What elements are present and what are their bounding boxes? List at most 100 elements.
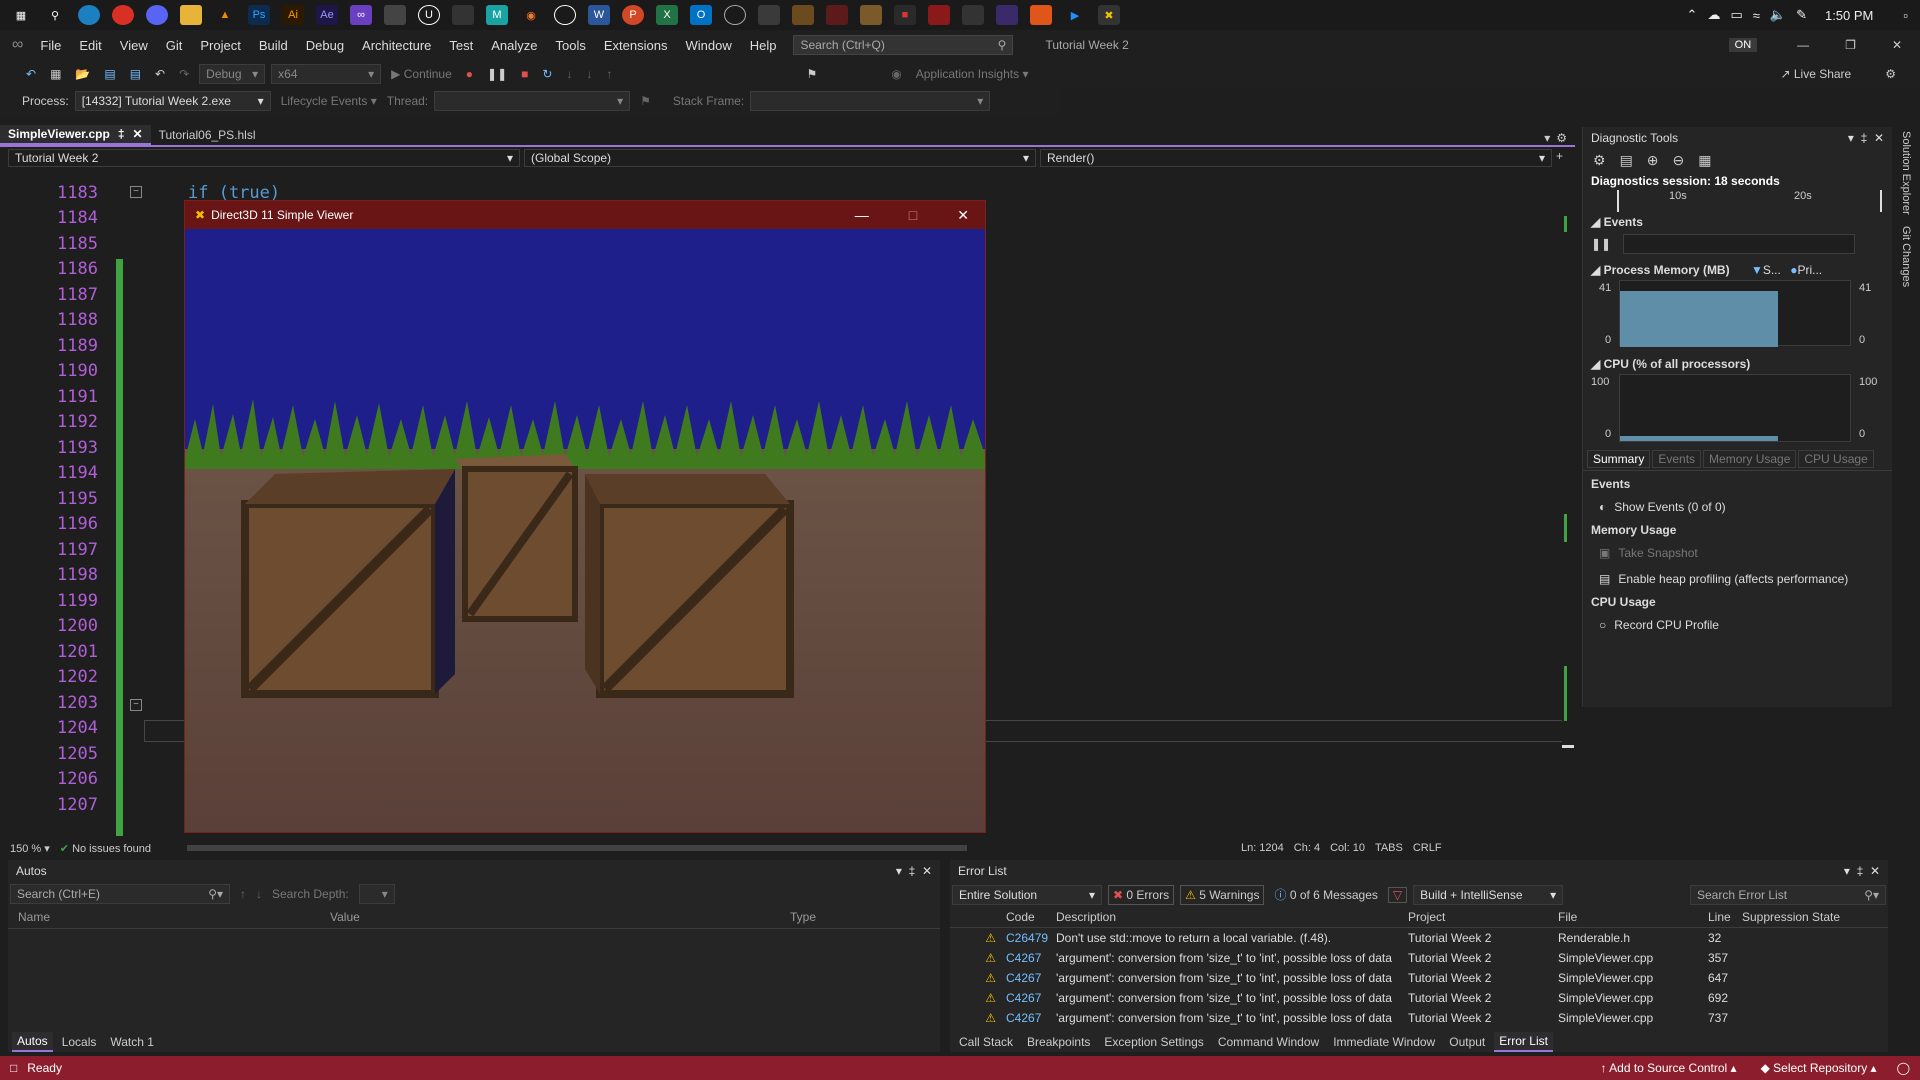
game-icon[interactable]	[860, 5, 882, 25]
back-icon[interactable]: ↶	[22, 64, 40, 84]
memory-section-header[interactable]: ◢ Process Memory (MB) ▼S... ●Pri...	[1583, 260, 1892, 280]
col-indicator[interactable]: Col: 10	[1330, 842, 1365, 854]
column-header-description[interactable]: Description	[1056, 910, 1408, 924]
3d-scene-viewport[interactable]	[185, 229, 985, 832]
outlook-icon[interactable]: O	[690, 5, 712, 25]
zoom-in-icon[interactable]: ⊕	[1647, 152, 1659, 169]
open-icon[interactable]: 📂	[71, 64, 94, 84]
game-icon[interactable]: ■	[894, 5, 916, 25]
pause-events-icon[interactable]: ❚❚	[1591, 237, 1611, 251]
cpu-section-header[interactable]: ◢ CPU (% of all processors)	[1583, 354, 1892, 374]
hot-reload-icon[interactable]: ●	[462, 64, 477, 84]
menu-help[interactable]: Help	[741, 38, 786, 53]
scroll-thumb[interactable]	[1562, 745, 1574, 748]
add-source-control-button[interactable]: ↑ Add to Source Control ▴	[1600, 1061, 1736, 1075]
tab-memory-usage[interactable]: Memory Usage	[1703, 450, 1797, 468]
zoom-out-icon[interactable]: ⊖	[1673, 152, 1685, 169]
game-icon[interactable]	[1030, 5, 1052, 25]
cloud-icon[interactable]: ☁	[1707, 7, 1720, 23]
pen-icon[interactable]: ✎	[1796, 7, 1807, 23]
illustrator-icon[interactable]: Ai	[282, 5, 304, 25]
tab-output[interactable]: Output	[1444, 1033, 1490, 1051]
minimize-icon[interactable]: —	[1797, 38, 1809, 52]
menu-edit[interactable]: Edit	[70, 38, 110, 53]
error-row[interactable]: ⚠ C4267 'argument': conversion from 'siz…	[950, 1008, 1888, 1028]
pin-icon[interactable]: ‡	[1861, 131, 1868, 145]
tab-tutorial06-ps-hlsl[interactable]: Tutorial06_PS.hlsl	[151, 125, 264, 145]
save-all-icon[interactable]: ▤	[126, 64, 145, 84]
tab-immediate-window[interactable]: Immediate Window	[1328, 1033, 1440, 1051]
thread-dropdown[interactable]: ▾	[434, 91, 631, 111]
close-icon[interactable]: ✕	[1870, 864, 1880, 878]
pin-icon[interactable]: ‡	[118, 127, 125, 141]
search-input[interactable]: Search (Ctrl+Q) ⚲	[793, 35, 1014, 55]
error-row[interactable]: ⚠ C4267 'argument': conversion from 'siz…	[950, 988, 1888, 1008]
dropdown-icon[interactable]: ▾	[1848, 131, 1854, 145]
tab-events[interactable]: Events	[1652, 450, 1702, 468]
insights-icon[interactable]: ◉	[887, 64, 905, 84]
collapse-icon[interactable]: −	[130, 186, 142, 198]
steam-icon[interactable]	[724, 5, 746, 25]
photoshop-icon[interactable]: Ps	[248, 5, 270, 25]
tab-autos[interactable]: Autos	[12, 1032, 53, 1052]
memory-graph[interactable]	[1619, 280, 1851, 347]
timeline-ruler[interactable]: 10s 20s	[1617, 190, 1882, 212]
chevron-up-icon[interactable]: ⌃	[1687, 7, 1698, 23]
search-down-icon[interactable]: ↓	[256, 887, 262, 901]
build-filter-dropdown[interactable]: Build + IntelliSense ▾	[1413, 884, 1564, 905]
editor-vertical-scrollbar[interactable]	[1562, 171, 1574, 836]
game-icon[interactable]	[962, 5, 984, 25]
save-icon[interactable]: ▤	[100, 64, 119, 84]
char-indicator[interactable]: Ch: 4	[1294, 842, 1320, 854]
tab-breakpoints[interactable]: Breakpoints	[1022, 1033, 1095, 1051]
menu-extensions[interactable]: Extensions	[595, 38, 677, 53]
messages-filter-button[interactable]: ⓘ 0 of 6 Messages	[1270, 884, 1381, 905]
new-project-icon[interactable]: ▦	[46, 64, 65, 84]
excel-icon[interactable]: X	[656, 5, 678, 25]
search-depth-dropdown[interactable]: ▾	[358, 884, 395, 904]
explorer-icon[interactable]	[180, 5, 202, 25]
insights-dropdown[interactable]: Application Insights ▾	[912, 64, 1033, 84]
tab-git-changes[interactable]: Git Changes	[1900, 226, 1912, 287]
pin-icon[interactable]: ‡	[1857, 864, 1864, 878]
step-over-icon[interactable]: ↓	[562, 64, 576, 84]
bookmark-icon[interactable]: ⚑	[802, 64, 821, 84]
app-icon[interactable]	[758, 5, 780, 25]
warnings-filter-button[interactable]: ⚠ 5 Warnings	[1180, 884, 1265, 905]
menu-file[interactable]: File	[31, 38, 70, 53]
obs-icon[interactable]	[554, 5, 576, 25]
menu-git[interactable]: Git	[157, 38, 192, 53]
column-header-file[interactable]: File	[1558, 910, 1708, 924]
split-icon[interactable]: +	[1556, 149, 1563, 169]
menu-analyze[interactable]: Analyze	[482, 38, 546, 53]
tab-call-stack[interactable]: Call Stack	[954, 1033, 1018, 1051]
settings-icon[interactable]: ⚙	[1556, 131, 1567, 145]
select-repository-button[interactable]: ◆ Select Repository ▴	[1761, 1061, 1877, 1075]
search-icon[interactable]: ⚲	[44, 5, 66, 25]
error-code-link[interactable]: C26479	[1006, 931, 1056, 945]
filter-icon[interactable]: ▽	[1387, 886, 1408, 903]
issues-indicator[interactable]: ✔ No issues found	[60, 842, 151, 855]
tab-watch-1[interactable]: Watch 1	[105, 1033, 159, 1051]
close-icon[interactable]: ✕	[1874, 131, 1884, 145]
error-row[interactable]: ⚠ C4267 'argument': conversion from 'siz…	[950, 948, 1888, 968]
battery-icon[interactable]: ▭	[1730, 7, 1742, 23]
stop-icon[interactable]: ■	[517, 64, 532, 84]
cpu-graph[interactable]	[1619, 374, 1851, 442]
minimize-icon[interactable]: —	[855, 207, 869, 224]
column-header-value[interactable]: Value	[330, 910, 790, 924]
game-icon[interactable]	[792, 5, 814, 25]
scope-dropdown[interactable]: (Global Scope) ▾	[524, 149, 1036, 167]
menu-debug[interactable]: Debug	[297, 38, 353, 53]
github-icon[interactable]	[452, 5, 474, 25]
menu-view[interactable]: View	[111, 38, 157, 53]
tab-command-window[interactable]: Command Window	[1213, 1033, 1324, 1051]
restart-icon[interactable]: ↻	[538, 64, 556, 84]
wifi-icon[interactable]: ≈	[1753, 8, 1760, 23]
events-track[interactable]	[1623, 234, 1856, 254]
tab-solution-explorer[interactable]: Solution Explorer	[1900, 131, 1912, 215]
dropdown-icon[interactable]: ▾	[896, 864, 902, 878]
redo-icon[interactable]: ↷	[175, 64, 193, 84]
tab-error-list[interactable]: Error List	[1494, 1032, 1553, 1052]
close-icon[interactable]: ✕	[957, 207, 969, 224]
